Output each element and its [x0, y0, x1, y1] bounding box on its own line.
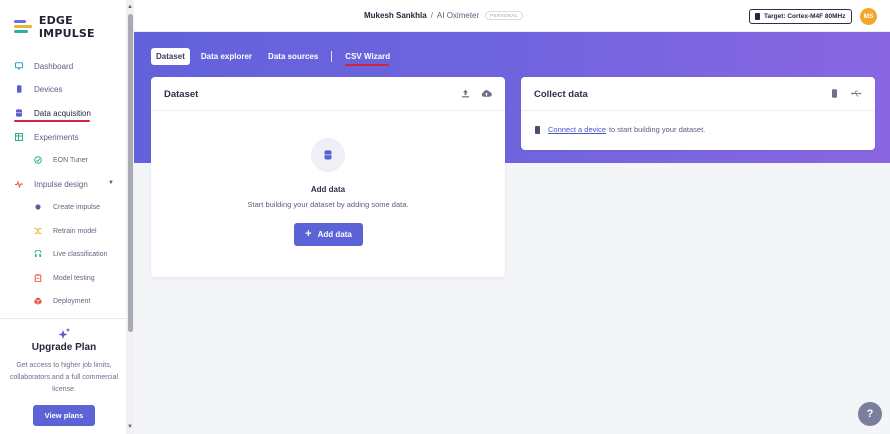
tab-dataset[interactable]: Dataset	[151, 48, 190, 65]
tab-csv-wizard[interactable]: CSV Wizard	[340, 48, 395, 66]
sidebar-item-retrain-model[interactable]: Retrain model	[0, 221, 128, 241]
active-nav-underline	[14, 120, 90, 122]
add-data-button[interactable]: + Add data	[294, 223, 363, 246]
avatar[interactable]: MS	[860, 8, 877, 25]
upgrade-description: Get access to higher job limits, collabo…	[9, 362, 119, 393]
package-icon	[34, 297, 42, 305]
view-plans-button[interactable]: View plans	[33, 405, 95, 426]
scrollbar-thumb[interactable]	[128, 14, 133, 332]
collect-card-title: Collect data	[534, 89, 588, 100]
sidebar-item-create-impulse[interactable]: Create impulse	[0, 197, 128, 217]
sidebar-item-devices[interactable]: Devices	[0, 79, 128, 99]
breadcrumb-user[interactable]: Mukesh Sankhla	[364, 11, 427, 20]
help-button[interactable]: ?	[858, 402, 882, 426]
scroll-down-arrow-icon[interactable]: ▼	[127, 424, 133, 430]
sparkle-star-icon	[58, 327, 71, 339]
usb-icon[interactable]	[851, 89, 862, 98]
chevron-down-icon[interactable]: ▼	[108, 180, 114, 186]
tuner-icon	[34, 156, 42, 164]
add-data-button-label: Add data	[317, 230, 352, 239]
sidebar-item-live-classification[interactable]: Live classification	[0, 244, 128, 264]
tab-divider	[331, 51, 333, 62]
dot-icon	[35, 204, 41, 210]
dataset-card: Dataset Add data Start building your dat…	[151, 77, 505, 277]
top-header: Mukesh Sankhla / AI Oximeter PERSONAL Ta…	[134, 0, 890, 32]
collect-card-header: Collect data	[521, 77, 875, 111]
edge-impulse-logo-icon	[14, 19, 32, 35]
pulse-icon	[15, 180, 23, 188]
breadcrumb-project[interactable]: AI Oximeter	[437, 11, 479, 20]
tab-bar: Dataset Data explorer Data sources CSV W…	[151, 48, 401, 66]
logo[interactable]: EDGE IMPULSE	[14, 14, 127, 40]
scroll-up-arrow-icon[interactable]: ▲	[127, 4, 133, 10]
dataset-card-title: Dataset	[164, 89, 199, 100]
collect-data-text: to start building your dataset.	[608, 125, 706, 134]
collect-data-message: Connect a device to start building your …	[535, 125, 705, 134]
shuffle-icon	[34, 228, 42, 234]
clipboard-icon	[34, 274, 42, 282]
plus-icon: +	[305, 228, 312, 240]
csv-wizard-underline	[345, 64, 390, 66]
tab-csv-wizard-label: CSV Wizard	[345, 52, 391, 61]
empty-state-title: Add data	[310, 185, 346, 194]
device-icon[interactable]	[831, 89, 838, 98]
sidebar-item-model-testing[interactable]: Model testing	[0, 268, 128, 288]
upgrade-title: Upgrade Plan	[31, 342, 97, 353]
sidebar-item-deployment[interactable]: Deployment	[0, 291, 128, 311]
tab-data-explorer[interactable]: Data explorer	[196, 48, 257, 65]
device-icon	[535, 125, 540, 134]
sidebar-item-dashboard[interactable]: Dashboard	[0, 56, 128, 76]
upload-icon[interactable]	[461, 89, 470, 98]
sidebar: EDGE IMPULSE Dashboard Devices Data acqu…	[0, 0, 128, 434]
dataset-card-header: Dataset	[151, 77, 505, 111]
tab-data-sources[interactable]: Data sources	[263, 48, 323, 65]
collect-data-card: Collect data Connect a device to start b…	[521, 77, 875, 150]
target-device-button[interactable]: Target: Cortex-M4F 80MHz	[749, 9, 852, 24]
sidebar-item-experiments[interactable]: Experiments	[0, 127, 128, 147]
brand-name: EDGE IMPULSE	[38, 14, 95, 40]
empty-state-description: Start building your dataset by adding so…	[247, 200, 409, 209]
breadcrumb-separator: /	[430, 11, 433, 20]
plan-badge: PERSONAL	[485, 11, 523, 20]
live-icon	[34, 250, 42, 257]
empty-state-icon-circle	[311, 138, 345, 172]
target-label: Target: Cortex-M4F 80MHz	[764, 13, 846, 20]
sidebar-item-eon-tuner[interactable]: EON Tuner	[0, 150, 128, 170]
upgrade-plan-panel: Upgrade Plan Get access to higher job li…	[0, 318, 128, 434]
device-icon	[17, 85, 22, 93]
connect-device-link[interactable]: Connect a device	[548, 125, 606, 134]
table-icon	[15, 133, 23, 141]
monitor-icon	[15, 62, 23, 70]
breadcrumb: Mukesh Sankhla / AI Oximeter PERSONAL	[364, 11, 523, 20]
database-icon	[16, 109, 22, 117]
database-icon	[324, 150, 332, 160]
chip-icon	[755, 13, 760, 20]
cloud-upload-icon[interactable]	[481, 89, 492, 98]
